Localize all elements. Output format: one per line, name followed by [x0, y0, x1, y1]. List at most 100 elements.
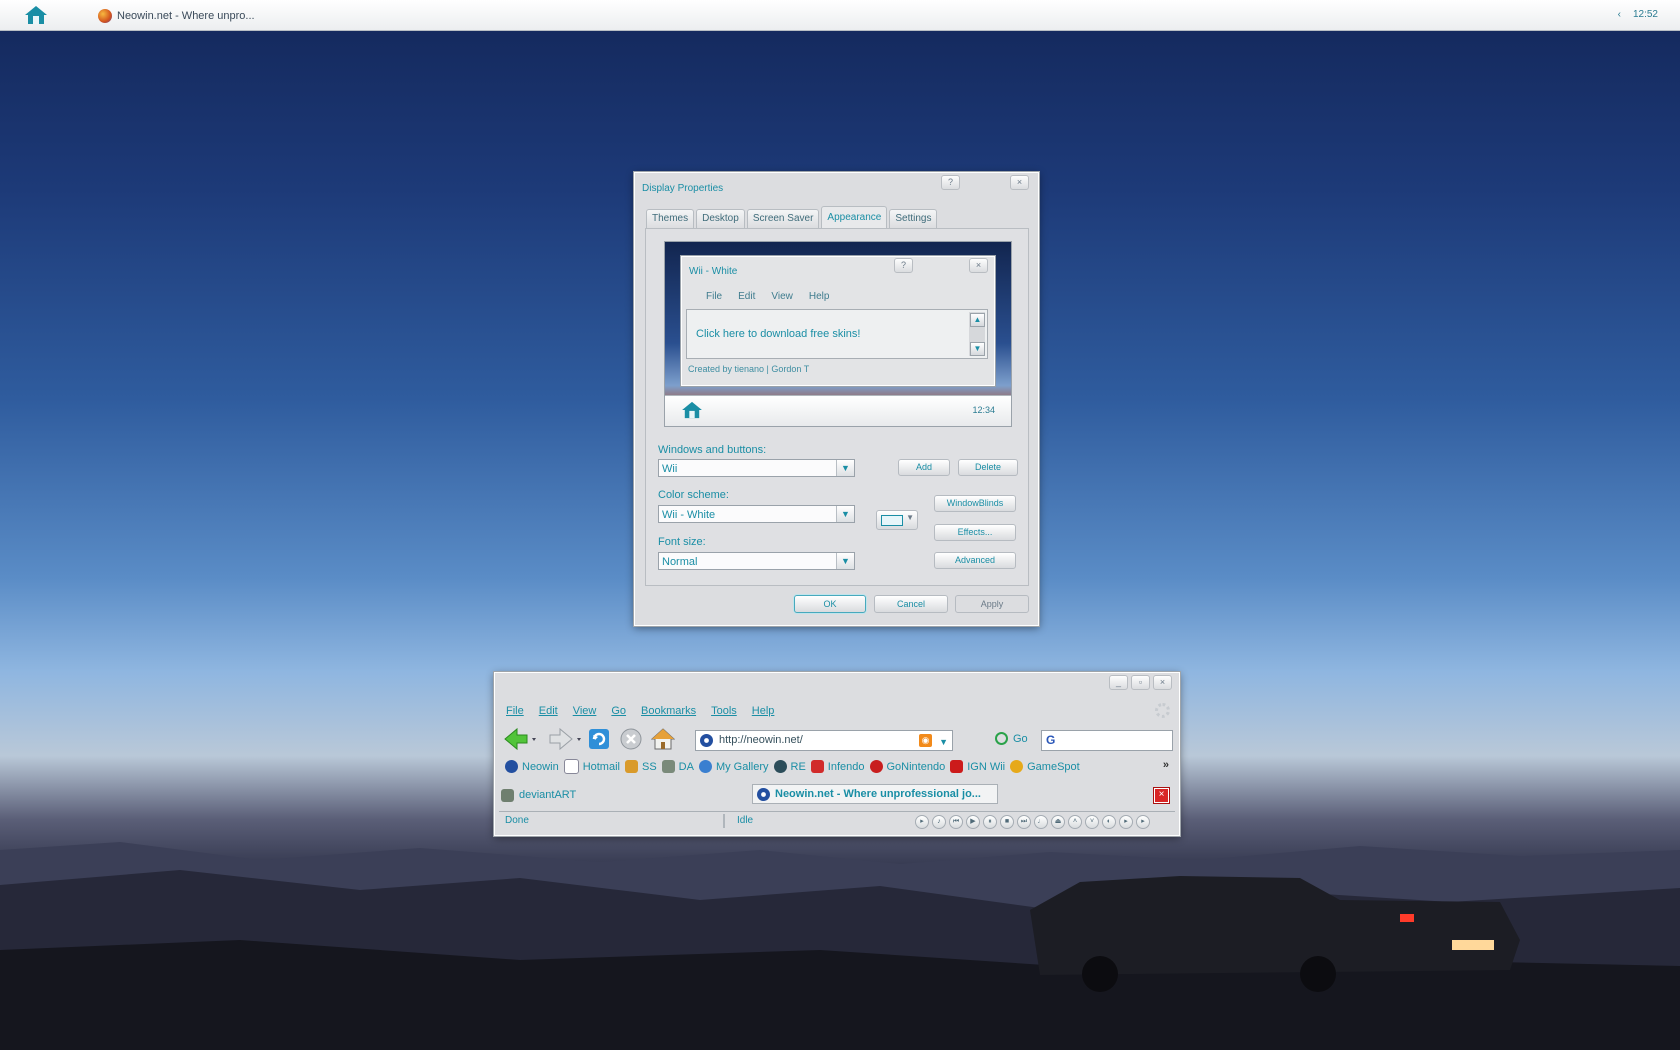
- address-bar[interactable]: http://neowin.net/ ◉ ▼: [695, 730, 953, 751]
- menu-go[interactable]: Go: [611, 705, 626, 717]
- menu-help[interactable]: Help: [752, 705, 775, 717]
- search-input[interactable]: G: [1041, 730, 1173, 751]
- back-button[interactable]: [503, 727, 536, 751]
- status-bar: Done Idle ▸ ♪ ⏮ ▶ ⏸ ■ ⏭ ♩ ⏏ ˄ ˅ ◐ ▸ ▸: [499, 811, 1175, 830]
- bookmark-re[interactable]: RE: [773, 760, 806, 773]
- tab-label: deviantART: [519, 789, 577, 801]
- bookmark-gonintendo[interactable]: GoNintendo: [869, 760, 945, 773]
- playlist-icon[interactable]: ♩: [1034, 815, 1048, 829]
- tab-desktop[interactable]: Desktop: [696, 209, 745, 228]
- menu-bookmarks[interactable]: Bookmarks: [641, 705, 696, 717]
- scroll-right-icon[interactable]: ▸: [1136, 815, 1150, 829]
- taskbar: Neowin.net - Where unpro... ‹ 12:52: [0, 0, 1680, 31]
- bookmark-infendo[interactable]: Infendo: [810, 760, 865, 773]
- add-button[interactable]: Add: [898, 459, 950, 476]
- preview-menu-view: View: [771, 291, 793, 302]
- font-size-select[interactable]: Normal ▼: [658, 552, 855, 570]
- chevron-down-icon: ▼: [906, 513, 914, 522]
- preview-menu-help: Help: [808, 291, 830, 302]
- color-scheme-select[interactable]: Wii - White ▼: [658, 505, 855, 523]
- tray-expand-icon[interactable]: ‹: [1618, 9, 1621, 20]
- taskbar-task-firefox[interactable]: Neowin.net - Where unpro...: [98, 8, 255, 24]
- chevron-down-icon[interactable]: ▼: [939, 733, 948, 752]
- minimize-button[interactable]: _: [1109, 675, 1128, 690]
- home-icon[interactable]: [24, 5, 48, 25]
- pause-icon[interactable]: ⏸: [983, 815, 997, 829]
- tab-label: Neowin.net - Where unprofessional jo...: [775, 788, 981, 800]
- previous-icon[interactable]: ⏮: [949, 815, 963, 829]
- google-icon[interactable]: G: [1046, 733, 1055, 747]
- rss-feed-icon[interactable]: ◉: [919, 734, 932, 747]
- close-button[interactable]: ×: [1010, 175, 1029, 190]
- color-picker-button[interactable]: ▼: [876, 510, 918, 530]
- color-scheme-value: Wii - White: [662, 509, 716, 521]
- stop-icon[interactable]: ■: [1000, 815, 1014, 829]
- bookmark-da[interactable]: DA: [661, 760, 694, 773]
- bookmark-ss[interactable]: SS: [624, 760, 657, 773]
- color-swatch-icon: [881, 515, 903, 526]
- preview-scrollbar: ▲ ▼: [969, 312, 985, 356]
- tab-settings[interactable]: Settings: [889, 209, 938, 228]
- windowblinds-button[interactable]: WindowBlinds: [934, 495, 1016, 512]
- tab-deviantart[interactable]: deviantART: [501, 786, 735, 804]
- go-label: Go: [1013, 732, 1028, 745]
- more-icon[interactable]: ▸: [1119, 815, 1133, 829]
- ok-button[interactable]: OK: [794, 595, 866, 613]
- next-icon[interactable]: ⏭: [1017, 815, 1031, 829]
- help-button[interactable]: ?: [941, 175, 960, 190]
- tab-screen-saver[interactable]: Screen Saver: [746, 209, 820, 228]
- expand-icon[interactable]: ▸: [915, 815, 929, 829]
- chevron-down-icon: ▼: [836, 553, 854, 569]
- mute-icon[interactable]: ◐: [1102, 815, 1116, 829]
- menu-view[interactable]: View: [573, 705, 597, 717]
- tab-neowin[interactable]: Neowin.net - Where unprofessional jo...: [752, 784, 998, 804]
- bookmark-gamespot[interactable]: GameSpot: [1010, 760, 1080, 773]
- stop-icon[interactable]: [619, 727, 643, 751]
- play-icon[interactable]: ▶: [966, 815, 980, 829]
- media-controls: ▸ ♪ ⏮ ▶ ⏸ ■ ⏭ ♩ ⏏ ˄ ˅ ◐ ▸ ▸: [915, 815, 1150, 829]
- preview-menu-edit: Edit: [738, 291, 756, 302]
- throbber-icon: [1155, 703, 1170, 718]
- bookmark-my-gallery[interactable]: My Gallery: [698, 760, 769, 773]
- download-skins-link[interactable]: Click here to download free skins!: [696, 328, 860, 340]
- neowin-icon: [700, 734, 713, 747]
- status-divider: [723, 814, 725, 828]
- maximize-button[interactable]: ▫: [1131, 675, 1150, 690]
- page-icon: [563, 759, 579, 774]
- display-properties-window: Display Properties ? × Themes Desktop Sc…: [634, 172, 1039, 626]
- effects-button[interactable]: Effects...: [934, 524, 1016, 541]
- menu-tools[interactable]: Tools: [711, 705, 737, 717]
- tab-appearance[interactable]: Appearance: [821, 206, 888, 228]
- music-icon[interactable]: ♪: [932, 815, 946, 829]
- tab-bar: deviantART Neowin.net - Where unprofessi…: [499, 784, 1175, 806]
- ign-icon: [950, 760, 964, 773]
- apply-button[interactable]: Apply: [955, 595, 1029, 613]
- delete-button[interactable]: Delete: [958, 459, 1018, 476]
- reload-icon[interactable]: [587, 727, 611, 751]
- volume-up-icon[interactable]: ˄: [1068, 815, 1082, 829]
- url-text: http://neowin.net/: [719, 734, 803, 746]
- forward-button[interactable]: [548, 727, 581, 751]
- bookmarks-overflow-button[interactable]: »: [1163, 759, 1169, 771]
- windows-buttons-value: Wii: [662, 463, 678, 475]
- preview-home-icon: [681, 401, 703, 422]
- home-icon[interactable]: [650, 727, 676, 751]
- bookmark-hotmail[interactable]: Hotmail: [563, 759, 620, 774]
- bookmark-neowin[interactable]: Neowin: [505, 760, 559, 773]
- windows-buttons-select[interactable]: Wii ▼: [658, 459, 855, 477]
- bookmark-ign-wii[interactable]: IGN Wii: [950, 760, 1005, 773]
- advanced-button[interactable]: Advanced: [934, 552, 1016, 569]
- volume-down-icon[interactable]: ˅: [1085, 815, 1099, 829]
- go-button[interactable]: Go: [995, 732, 1028, 745]
- close-button[interactable]: ×: [1153, 675, 1172, 690]
- gamespot-icon: [1010, 760, 1024, 773]
- gonintendo-icon: [869, 760, 883, 773]
- eject-icon[interactable]: ⏏: [1051, 815, 1065, 829]
- appearance-preview: Wii - White ? × File Edit View Help Clic…: [664, 241, 1012, 427]
- menu-file[interactable]: File: [506, 705, 524, 717]
- go-icon: [995, 732, 1008, 745]
- tab-themes[interactable]: Themes: [646, 209, 695, 228]
- menu-edit[interactable]: Edit: [539, 705, 558, 717]
- close-tab-icon[interactable]: ×: [1154, 788, 1169, 803]
- cancel-button[interactable]: Cancel: [874, 595, 948, 613]
